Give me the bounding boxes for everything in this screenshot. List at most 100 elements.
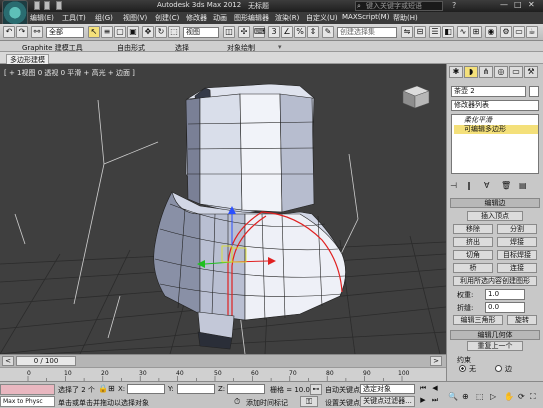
hierarchy-icon[interactable]: ⋔	[479, 66, 493, 78]
undo-icon[interactable]: ↶	[3, 26, 15, 38]
select-manipulate-icon[interactable]: ✣	[238, 26, 250, 38]
selected-object-dropdown[interactable]: 选定对象	[360, 384, 415, 394]
rotate-icon[interactable]: ↻	[155, 26, 167, 38]
weight-field[interactable]: 1.0	[485, 289, 525, 300]
schematic-view-icon[interactable]: ⊞	[470, 26, 482, 38]
redo-icon[interactable]: ↷	[16, 26, 28, 38]
spinner-snap-icon[interactable]: ⇕	[307, 26, 319, 38]
show-end-result-icon[interactable]: ‖	[467, 181, 471, 190]
menu-views[interactable]: 视图(V)	[123, 13, 147, 23]
remove-button[interactable]: 移除	[453, 224, 493, 234]
close-icon[interactable]: ✕	[528, 0, 535, 9]
stack-item-editable-poly[interactable]: 可编辑多边形	[454, 125, 538, 134]
configure-sets-icon[interactable]: ▤	[519, 181, 527, 190]
modifier-list-dropdown[interactable]: 修改器列表	[451, 100, 539, 111]
snap-toggle-icon[interactable]: 3	[268, 26, 280, 38]
edit-triangulation-button[interactable]: 编辑三角形	[453, 315, 503, 325]
open-file-icon[interactable]	[44, 1, 50, 10]
link-icon[interactable]: ⚯	[31, 26, 43, 38]
menu-graph-editors[interactable]: 图形编辑器	[234, 13, 269, 23]
menu-create[interactable]: 创建(C)	[155, 13, 179, 23]
menu-tools[interactable]: 工具(T)	[62, 13, 86, 23]
viewcube-icon[interactable]	[402, 85, 430, 109]
zoom-all-icon[interactable]: ⊕	[462, 392, 469, 401]
time-slider[interactable]: < 0 / 100 >	[0, 354, 446, 367]
angle-snap-icon[interactable]: ∠	[281, 26, 293, 38]
pin-stack-icon[interactable]: ⊣	[450, 181, 457, 190]
set-key-icon[interactable]: ⚿	[300, 396, 318, 407]
viewport-label[interactable]: [ + 1视图 0 透视 0 平滑 + 高光 + 边面 ]	[4, 68, 135, 78]
edit-edges-rollout[interactable]: 编辑边	[450, 198, 540, 208]
ribbon-options-icon[interactable]: ▾	[278, 43, 282, 51]
key-mode-icon[interactable]: ⊷	[310, 384, 322, 395]
search-input[interactable]: 键入关键字或短语	[355, 1, 443, 11]
help-icon[interactable]: ?	[452, 1, 456, 10]
add-time-tag[interactable]: 添加时间标记	[246, 398, 288, 408]
x-coordinate-field[interactable]	[127, 384, 165, 394]
utilities-icon[interactable]: ⚒	[524, 66, 538, 78]
save-file-icon[interactable]	[56, 1, 62, 10]
play-icon[interactable]: ▶	[418, 396, 428, 406]
keyboard-shortcut-icon[interactable]: ⌨	[253, 26, 266, 38]
minimize-icon[interactable]: —	[500, 0, 508, 9]
zoom-extents-icon[interactable]: ⬚	[476, 392, 484, 401]
object-name-field[interactable]: 茶壶 2	[451, 86, 526, 97]
chamfer-button[interactable]: 切角	[453, 250, 493, 260]
maximize-icon[interactable]: □	[514, 0, 522, 9]
menu-animation[interactable]: 动画	[213, 13, 227, 23]
y-coordinate-field[interactable]	[177, 384, 215, 394]
select-object-icon[interactable]: ↖	[88, 26, 100, 38]
menu-help[interactable]: 帮助(H)	[393, 13, 418, 23]
rendered-frame-icon[interactable]: ▭	[513, 26, 525, 38]
create-icon[interactable]: ✱	[449, 66, 463, 78]
object-color-swatch[interactable]	[529, 86, 539, 97]
constraint-none-radio[interactable]	[459, 365, 466, 372]
menu-maxscript[interactable]: MAXScript(M)	[342, 13, 389, 21]
insert-vertex-button[interactable]: 插入顶点	[467, 211, 523, 221]
prev-key-icon[interactable]: ◀	[430, 384, 440, 394]
maximize-viewport-icon[interactable]: ⛶	[530, 392, 536, 402]
scale-icon[interactable]: ⬚	[168, 26, 180, 38]
zoom-icon[interactable]: 🔍	[448, 392, 458, 401]
target-weld-button[interactable]: 目标焊接	[497, 250, 537, 260]
turn-button[interactable]: 旋转	[507, 315, 537, 325]
auto-key-button[interactable]: 自动关键点	[325, 385, 360, 395]
window-crossing-icon[interactable]: ▣	[127, 26, 139, 38]
time-slider-thumb[interactable]: 0 / 100	[16, 356, 76, 366]
select-by-name-icon[interactable]: ≡	[101, 26, 113, 38]
menu-modifiers[interactable]: 修改器	[186, 13, 207, 23]
set-key-button[interactable]: 设置关键点	[325, 398, 360, 408]
menu-rendering[interactable]: 渲染(R)	[275, 13, 299, 23]
motion-icon[interactable]: ◎	[494, 66, 508, 78]
named-selection-set-dropdown[interactable]: 创建选择集	[337, 27, 397, 38]
menu-group[interactable]: 组(G)	[95, 13, 113, 23]
curve-editor-icon[interactable]: ∿	[457, 26, 469, 38]
key-filters-button[interactable]: 关键点过滤器...	[360, 396, 415, 407]
reference-coord-dropdown[interactable]: 视图	[183, 27, 219, 38]
menu-edit[interactable]: 编辑(E)	[30, 13, 54, 23]
crease-field[interactable]: 0.0	[485, 302, 525, 313]
weld-button[interactable]: 焊接	[497, 237, 537, 247]
make-unique-icon[interactable]: ∀	[484, 181, 489, 190]
bridge-button[interactable]: 桥	[453, 263, 493, 273]
percent-snap-icon[interactable]: %	[294, 26, 306, 38]
stack-item-turbosmooth[interactable]: 柔化平滑	[454, 116, 538, 125]
pan-icon[interactable]: ✋	[504, 392, 514, 401]
split-button[interactable]: 分割	[497, 224, 537, 234]
edit-named-sets-icon[interactable]: ✎	[322, 26, 334, 38]
maxscript-listener-area[interactable]	[0, 384, 55, 395]
move-icon[interactable]: ✥	[142, 26, 154, 38]
z-coordinate-field[interactable]	[227, 384, 265, 394]
render-setup-icon[interactable]: ⚙	[500, 26, 512, 38]
extrude-button[interactable]: 挤出	[453, 237, 493, 247]
remove-modifier-icon[interactable]: 🗑	[501, 181, 511, 190]
material-editor-icon[interactable]: ◉	[485, 26, 497, 38]
quick-access-icon[interactable]	[34, 1, 40, 10]
rect-selection-icon[interactable]: ▢	[114, 26, 126, 38]
menu-customize[interactable]: 自定义(U)	[306, 13, 338, 23]
constraint-edge-radio[interactable]	[495, 365, 502, 372]
track-bar[interactable]: 0 10 20 30 40 50 60 70 80 90 100	[0, 367, 446, 382]
maxscript-mini-listener[interactable]: Max to Physc	[0, 396, 55, 407]
selection-filter-dropdown[interactable]: 全部	[46, 27, 84, 38]
display-icon[interactable]: ▭	[509, 66, 523, 78]
